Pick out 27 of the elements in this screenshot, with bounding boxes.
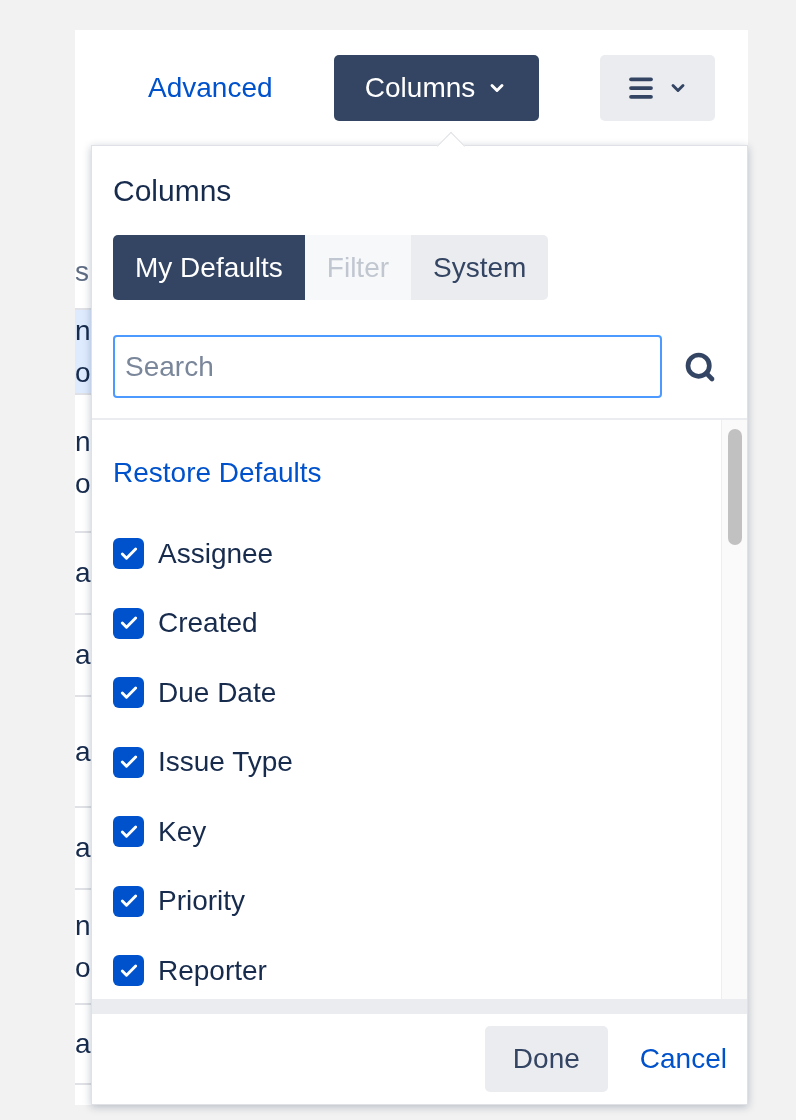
- checkbox[interactable]: [113, 885, 144, 917]
- tab[interactable]: System: [411, 235, 549, 300]
- checkbox[interactable]: [113, 607, 144, 639]
- search-icon[interactable]: [684, 350, 716, 383]
- done-button[interactable]: Done: [484, 1026, 608, 1092]
- restore-defaults-link[interactable]: Restore Defaults: [113, 453, 721, 493]
- column-option-label: Priority: [158, 884, 246, 919]
- column-option-label: Reporter: [158, 953, 267, 988]
- table-cell: n o: [75, 310, 91, 395]
- checkbox[interactable]: [113, 816, 144, 848]
- column-option-label: Created: [158, 606, 258, 641]
- column-option-label: Issue Type: [158, 745, 293, 780]
- tab[interactable]: My Defaults: [113, 235, 305, 300]
- column-option-label: Assignee: [158, 536, 274, 571]
- column-option-label: Due Date: [158, 675, 277, 710]
- cancel-link[interactable]: Cancel: [639, 1038, 727, 1080]
- search-field[interactable]: Search: [113, 335, 662, 398]
- popup-title: Columns: [113, 173, 233, 209]
- columns-button[interactable]: Columns: [333, 54, 539, 121]
- scrollbar[interactable]: [721, 420, 747, 999]
- advanced-link[interactable]: Advanced: [148, 66, 273, 109]
- column-option-label: Key: [158, 814, 207, 849]
- checkbox[interactable]: [113, 746, 144, 778]
- checkbox[interactable]: [113, 538, 144, 570]
- menu-button[interactable]: [599, 54, 715, 121]
- checkbox[interactable]: [113, 677, 144, 709]
- checkbox[interactable]: [113, 955, 144, 987]
